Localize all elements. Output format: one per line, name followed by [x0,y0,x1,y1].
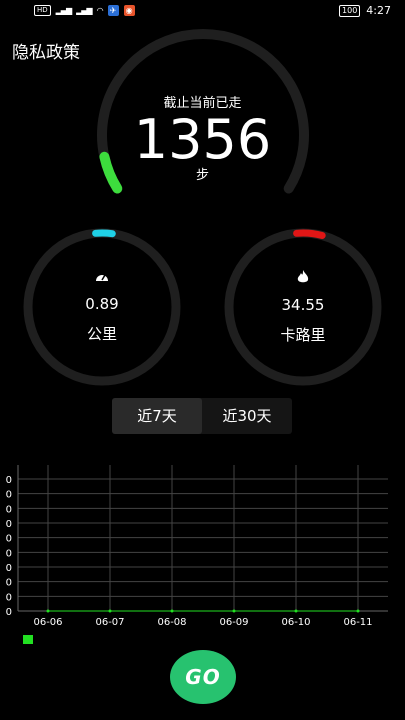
chart-data-point [108,609,112,613]
y-tick-label: 0 [6,490,12,501]
tab-last-7-days[interactable]: 近7天 [112,398,202,434]
steps-unit: 步 [195,168,209,183]
calories-label: 卡路里 [280,326,326,344]
distance-ring-accent [92,229,116,238]
speedometer-icon [92,270,112,286]
chart-data-point [294,609,298,613]
chart-data-point [356,609,360,613]
flame-icon [293,270,313,288]
y-tick-label: 0 [6,607,12,618]
x-tick-label: 06-07 [95,617,124,628]
go-button-label: GO [185,665,221,689]
y-tick-label: 0 [6,475,12,486]
calories-ring-accent [293,229,326,239]
chart-data-point [232,609,236,613]
range-toggle: 近7天 近30天 [112,398,292,434]
x-tick-label: 06-11 [343,617,372,628]
x-tick-label: 06-09 [219,617,248,628]
steps-chart: 0 0 0 0 0 0 0 0 0 0 06-06 06-07 06-08 06-09 06-10 06-11 [6,465,388,644]
x-tick-label: 06-08 [157,617,186,628]
y-tick-label: 0 [6,534,12,545]
chart-legend-swatch [23,635,33,644]
steps-count: 1356 [133,108,272,171]
chart-data-point [170,609,174,613]
y-tick-label: 0 [6,563,12,574]
x-tick-label: 06-10 [281,617,310,628]
y-tick-label: 0 [6,504,12,515]
distance-label: 公里 [86,325,117,343]
go-button[interactable]: GO [170,650,236,704]
distance-value: 0.89 [85,295,119,313]
y-tick-label: 0 [6,519,12,530]
y-tick-label: 0 [6,592,12,603]
calories-value: 34.55 [281,296,325,314]
chart-data-point [46,609,50,613]
tab-last-30-days[interactable]: 近30天 [202,398,292,434]
x-tick-label: 06-06 [33,617,62,628]
y-tick-label: 0 [6,548,12,559]
y-tick-label: 0 [6,578,12,589]
